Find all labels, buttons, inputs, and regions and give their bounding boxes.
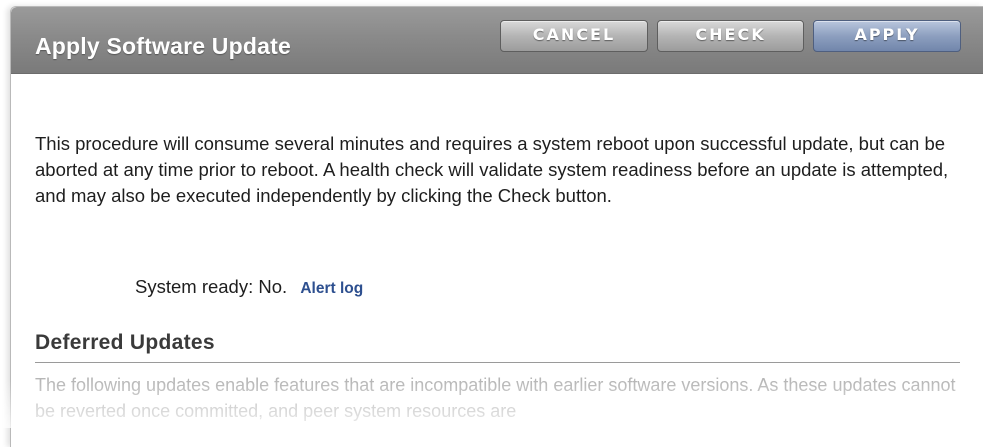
apply-button[interactable]: APPLY — [813, 20, 961, 52]
check-button[interactable]: CHECK — [657, 20, 804, 52]
cancel-button[interactable]: CANCEL — [500, 20, 648, 52]
system-ready-label: System ready: — [135, 276, 254, 297]
system-ready-value: No. — [258, 276, 288, 297]
deferred-updates-text: The following updates enable features th… — [35, 375, 956, 421]
system-ready-row: System ready: No. Alert log — [135, 276, 363, 298]
section-divider — [35, 362, 960, 363]
dialog-title: Apply Software Update — [35, 33, 291, 59]
procedure-description: This procedure will consume several minu… — [35, 133, 949, 206]
deferred-updates-heading: Deferred Updates — [35, 331, 215, 354]
alert-log-link[interactable]: Alert log — [300, 280, 363, 297]
